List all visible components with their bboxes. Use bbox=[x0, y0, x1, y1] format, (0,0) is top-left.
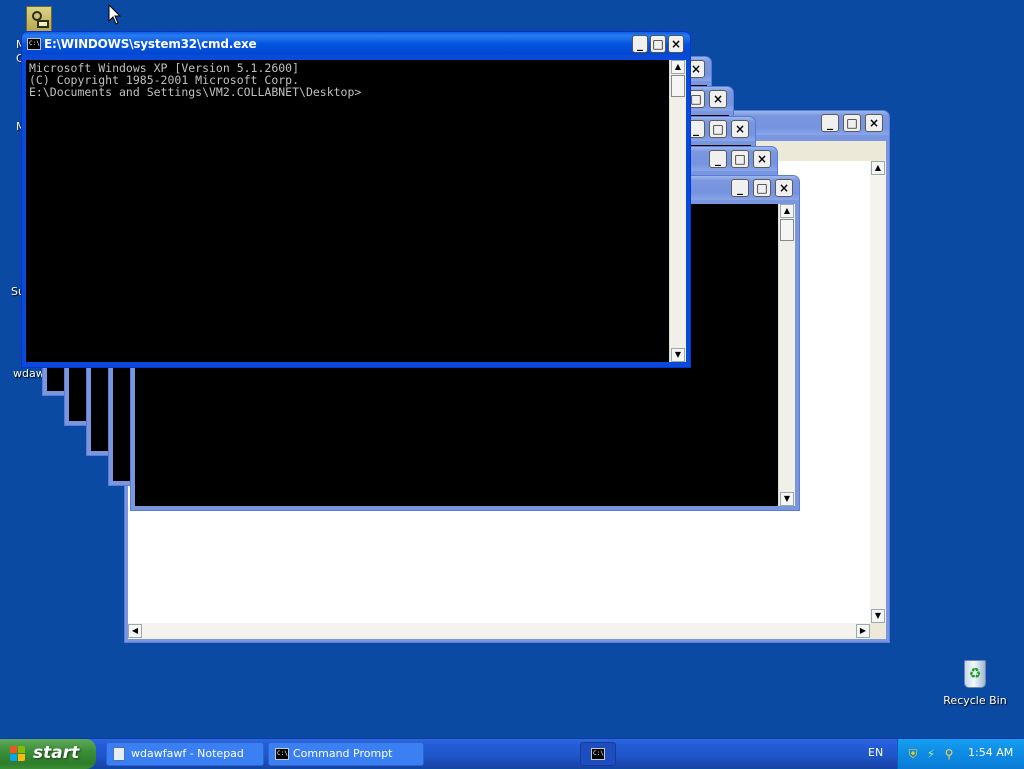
notepad-vertical-scrollbar[interactable]: ▲ ▼ bbox=[870, 161, 886, 623]
maximize-button[interactable]: □ bbox=[709, 120, 727, 138]
maximize-button[interactable]: □ bbox=[650, 35, 666, 53]
task-label: wdawfawf - Notepad bbox=[131, 747, 244, 760]
scroll-up-icon[interactable]: ▲ bbox=[780, 204, 794, 218]
clock[interactable]: 1:54 AM bbox=[968, 746, 1013, 759]
scroll-down-icon[interactable]: ▼ bbox=[671, 348, 685, 362]
resize-grip-icon[interactable] bbox=[870, 623, 886, 639]
minimize-button[interactable]: _ bbox=[632, 35, 648, 53]
scrollbar-thumb[interactable] bbox=[671, 75, 685, 97]
start-label: start bbox=[33, 743, 80, 763]
scroll-up-icon[interactable]: ▲ bbox=[671, 60, 685, 74]
console-area[interactable]: Microsoft Windows XP [Version 5.1.2600] … bbox=[26, 60, 686, 362]
command-prompt-icon: C:\ bbox=[275, 748, 289, 760]
close-button[interactable]: × bbox=[709, 90, 727, 108]
desktop: M C M Su wdawf _ □ × ▲ ▼ ◀ ▶ × bbox=[0, 0, 1024, 738]
notepad-icon bbox=[113, 747, 125, 761]
notepad-close-button[interactable]: × bbox=[865, 114, 883, 132]
recycle-bin-shortcut[interactable]: ♻ Recycle Bin bbox=[940, 656, 1010, 707]
recycle-bin-icon[interactable]: ♻ bbox=[960, 656, 990, 690]
maximize-button[interactable]: □ bbox=[731, 150, 749, 168]
close-button[interactable]: × bbox=[775, 179, 793, 197]
recycle-bin-label: Recycle Bin bbox=[943, 694, 1007, 707]
shield-icon[interactable]: ⛨ bbox=[906, 747, 920, 761]
taskbar-button-command-prompt[interactable]: C:\ Command Prompt bbox=[268, 742, 424, 766]
desktop-shortcut-icon[interactable] bbox=[26, 6, 52, 32]
command-prompt-icon[interactable]: C:\ bbox=[27, 38, 41, 50]
scroll-right-icon[interactable]: ▶ bbox=[856, 624, 870, 638]
close-button[interactable]: × bbox=[668, 35, 684, 53]
scroll-left-icon[interactable]: ◀ bbox=[128, 624, 142, 638]
notepad-minimize-button[interactable]: _ bbox=[821, 114, 839, 132]
close-button[interactable]: × bbox=[731, 120, 749, 138]
language-indicator[interactable]: EN bbox=[868, 746, 883, 759]
console-vertical-scrollbar[interactable]: ▲ ▼ bbox=[669, 60, 686, 362]
scrollbar-thumb[interactable] bbox=[780, 219, 794, 241]
scroll-down-icon[interactable]: ▼ bbox=[780, 492, 794, 506]
network-icon[interactable]: ⚡ bbox=[924, 747, 938, 761]
minimize-button[interactable]: _ bbox=[709, 150, 727, 168]
console-prompt-line[interactable]: E:\Documents and Settings\VM2.COLLABNET\… bbox=[29, 86, 361, 98]
scroll-down-icon[interactable]: ▼ bbox=[871, 609, 885, 623]
command-prompt-icon: C:\ bbox=[591, 748, 605, 760]
console-vertical-scrollbar[interactable]: ▲ ▼ bbox=[778, 204, 795, 506]
cmd-window-title: E:\WINDOWS\system32\cmd.exe bbox=[44, 37, 257, 51]
minimize-button[interactable]: _ bbox=[731, 179, 749, 197]
maximize-button[interactable]: □ bbox=[753, 179, 771, 197]
cmd-titlebar-active[interactable]: C:\ E:\WINDOWS\system32\cmd.exe _ □ × bbox=[22, 32, 690, 56]
cmd-window-active[interactable]: C:\ E:\WINDOWS\system32\cmd.exe _ □ × Mi… bbox=[21, 31, 691, 368]
console-output: Microsoft Windows XP [Version 5.1.2600] … bbox=[29, 62, 361, 98]
close-button[interactable]: × bbox=[753, 150, 771, 168]
mouse-cursor-icon bbox=[108, 4, 122, 25]
task-label: Command Prompt bbox=[293, 747, 393, 760]
start-button[interactable]: start bbox=[0, 739, 96, 769]
system-tray: ⛨ ⚡ ⚲ 1:54 AM bbox=[897, 739, 1024, 769]
windows-flag-icon bbox=[10, 746, 26, 762]
notepad-horizontal-scrollbar[interactable]: ◀ ▶ bbox=[128, 623, 870, 639]
taskbar-button-notepad[interactable]: wdawfawf - Notepad bbox=[106, 742, 264, 766]
notepad-maximize-button[interactable]: □ bbox=[843, 114, 861, 132]
taskbar: start wdawfawf - Notepad C:\ Command Pro… bbox=[0, 738, 1024, 769]
taskbar-button-command-prompt-group[interactable]: C:\ bbox=[580, 742, 616, 766]
search-icon[interactable]: ⚲ bbox=[942, 747, 956, 761]
scroll-up-icon[interactable]: ▲ bbox=[871, 161, 885, 175]
